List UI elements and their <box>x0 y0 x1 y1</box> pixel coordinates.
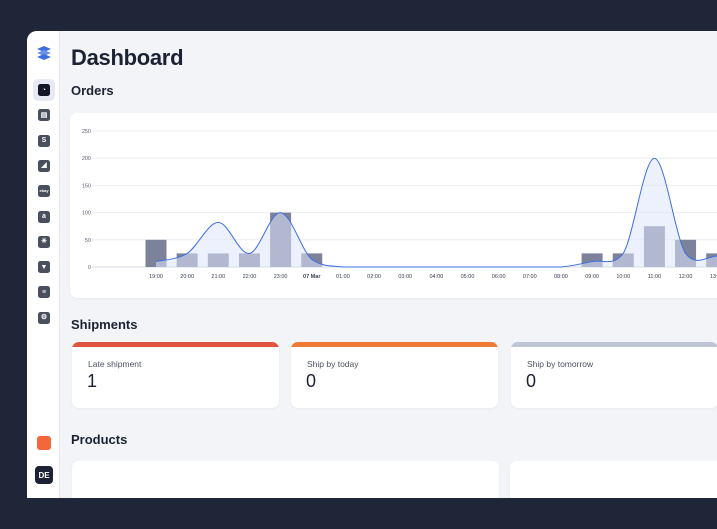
sidebar-item-shopping-bag[interactable]: S <box>33 130 55 152</box>
card-count: 1 <box>87 371 98 391</box>
sidebar-item-dashboard[interactable]: ◔ <box>33 79 55 101</box>
x-tick-label: 01:00 <box>336 274 350 280</box>
y-tick-label: 150 <box>82 183 91 189</box>
x-tick-label: 21:00 <box>211 274 225 280</box>
y-tick-label: 50 <box>85 238 91 244</box>
x-tick-label: 23:00 <box>274 274 288 280</box>
sidebar-item-ebay[interactable]: ebay <box>33 180 55 202</box>
x-tick-label: 02:00 <box>367 274 381 280</box>
products-card-secondary <box>510 461 717 498</box>
app-window: ◔ ▤ S ◢ ebay a ✳ ▼ ≡ ⚙ DE Dashboard Orders 0 50 100… <box>27 31 717 498</box>
status-bar <box>72 342 279 347</box>
status-bar <box>291 342 498 347</box>
card-count: 0 <box>306 371 317 391</box>
x-tick-label: 13:00 <box>710 274 717 280</box>
late-shipment-card[interactable]: Late shipment 1 <box>72 342 279 408</box>
document-icon: ≡ <box>38 286 50 299</box>
page-title: Dashboard <box>71 45 184 70</box>
x-tick-label: 09:00 <box>585 274 599 280</box>
analytics-icon: ◢ <box>38 159 50 172</box>
x-tick-label: 06:00 <box>492 274 506 280</box>
ship-by-tomorrow-card[interactable]: Ship by tomorrow 0 <box>511 342 717 408</box>
x-tick-label: 05:00 <box>461 274 475 280</box>
x-tick-label: 07:00 <box>523 274 537 280</box>
shipments-title: Shipments <box>71 317 138 332</box>
x-tick-label: 03:00 <box>398 274 412 280</box>
x-tick-label: 04:00 <box>429 274 443 280</box>
x-tick-label: 08:00 <box>554 274 568 280</box>
x-tick-label: 22:00 <box>243 274 257 280</box>
card-label: Ship by tomorrow <box>527 359 594 369</box>
x-tick-label: 10:00 <box>616 274 630 280</box>
x-tick-label: 11:00 <box>648 274 661 280</box>
status-bar <box>511 342 717 347</box>
walmart-icon: ✳ <box>38 235 50 248</box>
main-content: Dashboard Orders 0 50 100 150 200 250 19:00 20:… <box>60 31 717 498</box>
y-tick-label: 250 <box>82 129 91 135</box>
orders-chart: 0 50 100 150 200 250 19:00 20:00 21:00 22:00 23:00… <box>82 129 717 280</box>
x-tick-label: 20:00 <box>180 274 194 280</box>
orders-card: 0 50 100 150 200 250 19:00 20:00 21:00 22:00 23:00… <box>70 113 717 298</box>
x-tick-label: 07 Mar <box>303 274 321 280</box>
sidebar-item-amazon[interactable]: a <box>33 206 55 228</box>
ebay-icon: ebay <box>38 185 50 198</box>
integration-icon[interactable] <box>37 436 51 450</box>
card-label: Ship by today <box>307 359 359 369</box>
sidebar-item-inbox[interactable]: ▤ <box>33 104 55 126</box>
x-tick-label: 12:00 <box>679 274 693 280</box>
sidebar-item-analytics[interactable]: ◢ <box>33 155 55 177</box>
cart-icon: ▼ <box>38 261 50 274</box>
card-label: Late shipment <box>88 359 142 369</box>
products-card <box>72 461 499 498</box>
logo-icon[interactable] <box>35 45 53 63</box>
amazon-icon: a <box>38 210 50 223</box>
x-tick-label: 19:00 <box>149 274 163 280</box>
avatar[interactable]: DE <box>35 466 53 484</box>
sidebar-item-cart[interactable]: ▼ <box>33 256 55 278</box>
card-count: 0 <box>526 371 537 391</box>
orders-title: Orders <box>71 83 114 98</box>
shopping-bag-icon: S <box>38 134 50 147</box>
products-title: Products <box>71 432 128 447</box>
ship-by-today-card[interactable]: Ship by today 0 <box>291 342 498 408</box>
y-tick-label: 100 <box>82 211 91 217</box>
sidebar-item-settings[interactable]: ⚙ <box>33 307 55 329</box>
sidebar-item-document[interactable]: ≡ <box>33 281 55 303</box>
sidebar: ◔ ▤ S ◢ ebay a ✳ ▼ ≡ ⚙ DE <box>27 31 60 498</box>
inbox-icon: ▤ <box>38 109 50 122</box>
settings-icon: ⚙ <box>38 311 50 324</box>
dashboard-icon: ◔ <box>38 84 50 96</box>
y-tick-label: 0 <box>88 265 91 271</box>
y-tick-label: 200 <box>82 156 91 162</box>
sidebar-item-walmart[interactable]: ✳ <box>33 231 55 253</box>
